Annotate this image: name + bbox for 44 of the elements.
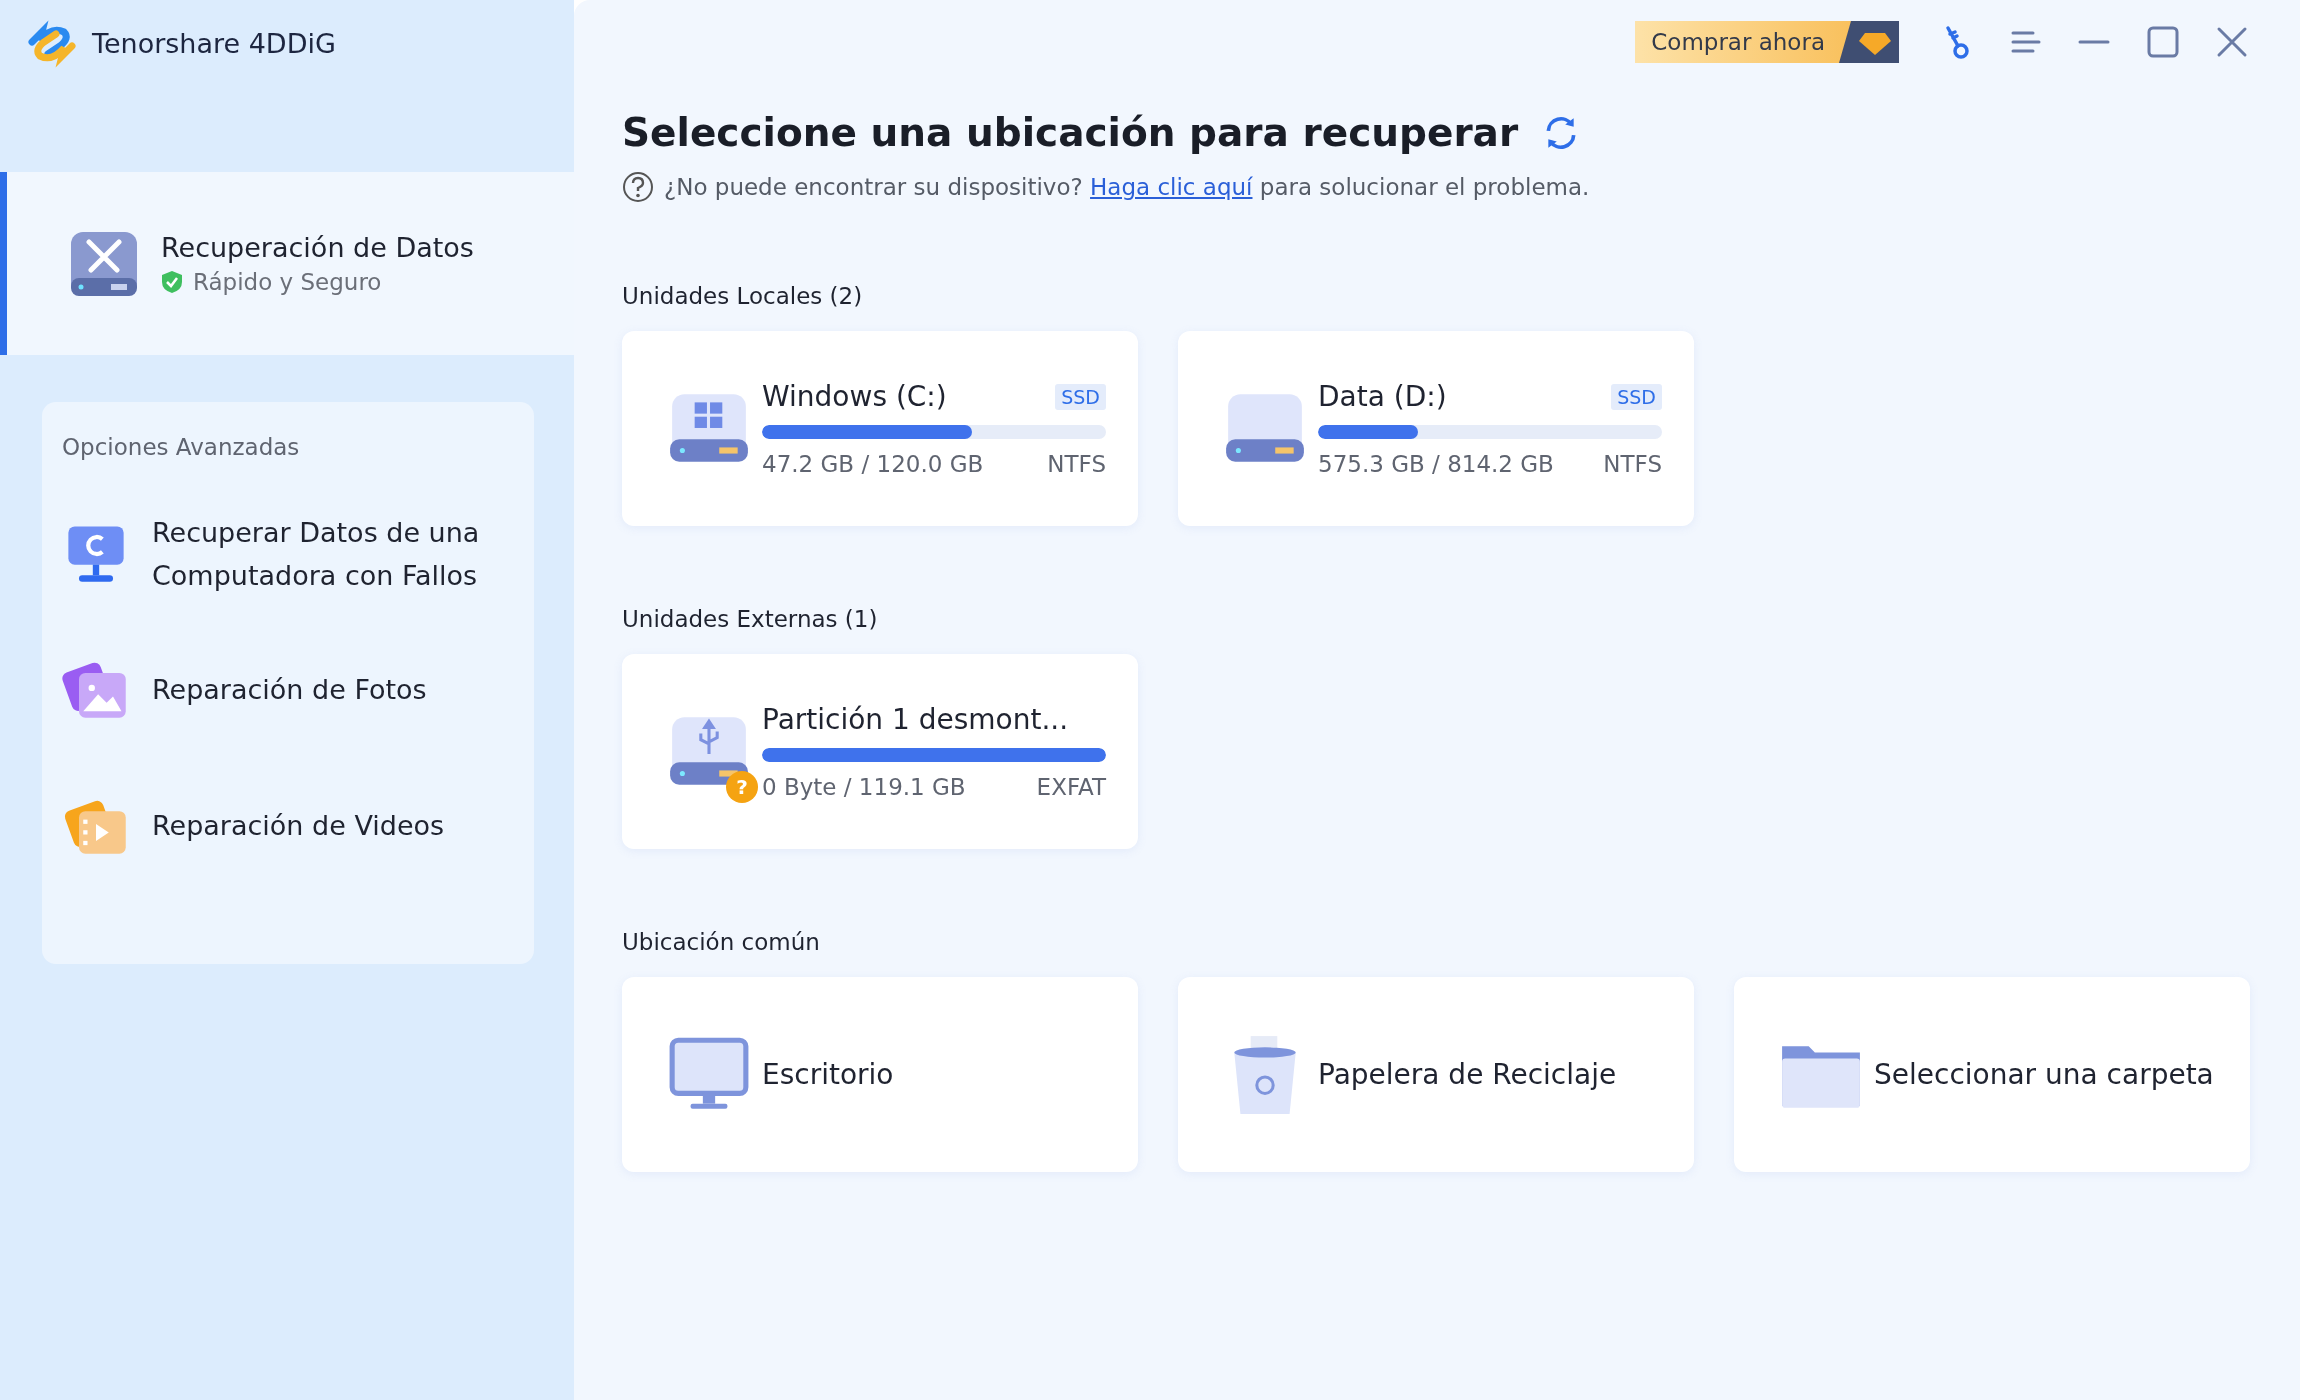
drive-card[interactable]: Data (D:) SSD 575.3 GB / 814.2 GB NTFS	[1178, 331, 1694, 526]
help-link[interactable]: Haga clic aquí	[1090, 174, 1253, 200]
drive-name: Windows (C:)	[762, 380, 947, 413]
location-label: Papelera de Reciclaje	[1318, 1058, 1617, 1091]
data-recovery-nav-item[interactable]: Recuperación de Datos Rápido y Seguro	[0, 172, 574, 355]
drive-card[interactable]: Windows (C:) SSD 47.2 GB / 120.0 GB NTFS	[622, 331, 1138, 526]
app-title: Tenorshare 4DDiG	[92, 28, 336, 59]
buy-now-button[interactable]: Comprar ahora	[1635, 21, 1899, 63]
section-heading: Opciones Avanzadas	[62, 434, 301, 460]
advanced-option-item[interactable]: Recuperar Datos de una Computadora con Fallos	[62, 486, 514, 622]
drive-type-tag: SSD	[1055, 383, 1106, 410]
location-card[interactable]: Seleccionar una carpeta	[1734, 977, 2250, 1172]
location-card[interactable]: Papelera de Reciclaje	[1178, 977, 1694, 1172]
drive-usage: 0 Byte / 119.1 GB	[762, 774, 966, 800]
help-text: ¿No puede encontrar su dispositivo? Haga clic aquí para solucionar el problema.	[664, 174, 1590, 200]
location-label: Seleccionar una carpeta	[1874, 1058, 2214, 1091]
logo-icon	[26, 20, 78, 68]
advanced-option-item[interactable]: Reparación de Fotos	[62, 622, 514, 758]
drive-name: Partición 1 desmont...	[762, 703, 1069, 736]
section-heading: Unidades Externas (1)	[622, 606, 879, 632]
location-card[interactable]: Escritorio	[622, 977, 1138, 1172]
diamond-icon	[1839, 21, 1899, 63]
warning-badge: ?	[726, 770, 758, 803]
drive-type-tag: SSD	[1611, 383, 1662, 410]
section-heading: Unidades Locales (2)	[622, 283, 864, 309]
file-system: NTFS	[1047, 451, 1106, 477]
nav-item-title: Recuperación de Datos	[161, 232, 474, 263]
drive-usage: 47.2 GB / 120.0 GB	[762, 451, 984, 477]
drive-usage: 575.3 GB / 814.2 GB	[1318, 451, 1554, 477]
maximize-icon[interactable]	[2145, 24, 2181, 60]
advanced-option-item[interactable]: Reparación de Videos	[62, 758, 514, 894]
drive-name: Data (D:)	[1318, 380, 1447, 413]
option-label: Reparación de Fotos	[152, 673, 427, 708]
file-system: NTFS	[1603, 451, 1662, 477]
nav-item-subtitle: Rápido y Seguro	[193, 269, 382, 295]
file-system: EXFAT	[1036, 774, 1106, 800]
page-title: Seleccione una ubicación para recuperar	[622, 110, 1519, 155]
option-label: Recuperar Datos de una Computadora con Fallos	[152, 515, 481, 593]
shield-check-icon	[161, 270, 183, 294]
location-label: Escritorio	[762, 1058, 894, 1091]
option-label: Reparación de Videos	[152, 809, 445, 844]
section-heading: Ubicación común	[622, 929, 821, 955]
help-icon	[622, 171, 654, 203]
drive-card[interactable]: ? Partición 1 desmont... 0 Byte / 119.1 GB EXFAT	[622, 654, 1138, 849]
